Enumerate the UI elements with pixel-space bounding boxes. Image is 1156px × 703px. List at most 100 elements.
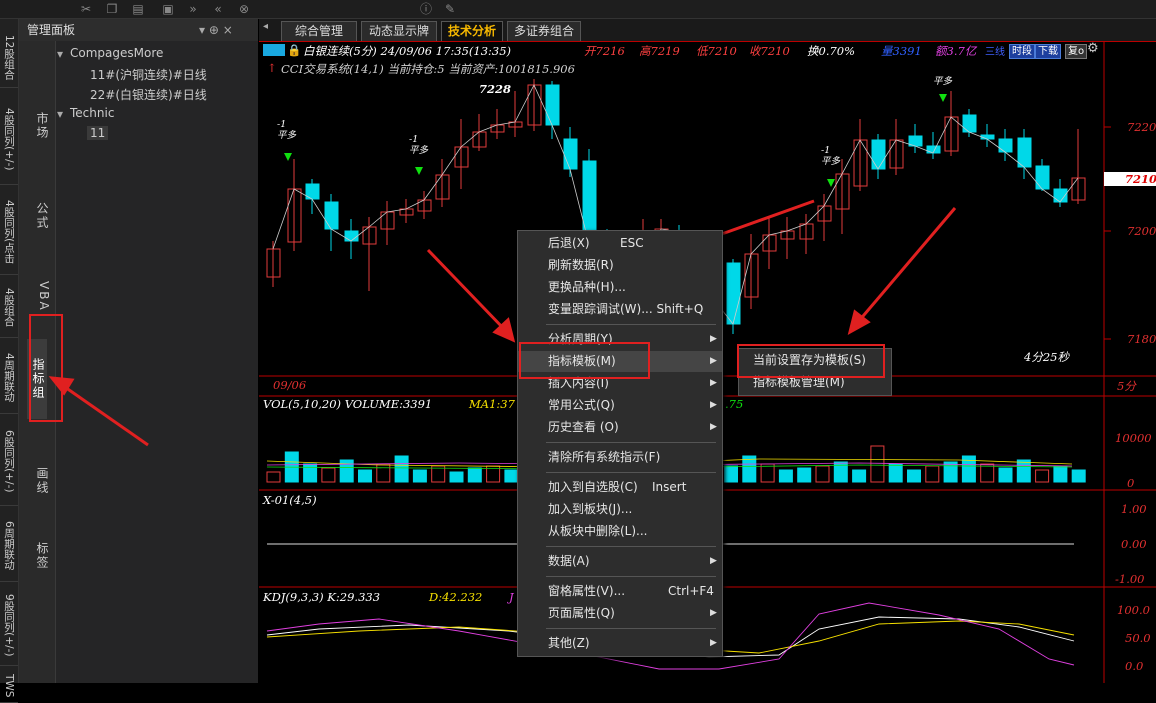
signal-arrow <box>284 153 292 161</box>
vtab-9-same-col[interactable]: 9股同列(+/-) <box>0 585 18 666</box>
vtab-4-combo[interactable]: 4股组合 <box>0 277 18 338</box>
menu-item[interactable]: 加入到自选股(C) Insert <box>518 477 722 498</box>
x01-tick: -1.00 <box>1115 572 1145 586</box>
time-period-button[interactable]: 时段 <box>1009 44 1035 59</box>
submenu-arrow-icon: ▶ <box>710 400 717 410</box>
highlight-indicator-template <box>519 342 650 379</box>
candle-body <box>871 139 886 170</box>
price-tick: 7180 <box>1127 332 1156 346</box>
price-tick: 7200 <box>1127 224 1156 238</box>
side-tab-drawing[interactable]: 画线 <box>23 456 51 506</box>
menu-item-label: 数据(A) <box>548 554 590 568</box>
vtab-tws[interactable]: TWS多 <box>0 669 18 703</box>
kdj-j: J <box>509 590 514 604</box>
menu-item-label: 常用公式(Q) <box>548 398 615 412</box>
restore-button[interactable]: 复o <box>1065 44 1088 59</box>
menu-item[interactable]: 刷新数据(R) <box>518 255 722 276</box>
tree-node-technic[interactable]: Technic <box>70 106 114 120</box>
save-icon[interactable]: ▣ <box>160 1 176 17</box>
menu-item[interactable]: 从板块中删除(L)... <box>518 521 722 542</box>
menu-item-label: 历史查看 (O) <box>548 420 619 434</box>
volume-bar <box>266 471 281 483</box>
vtab-4-period-link[interactable]: 4周期联动 <box>0 341 18 414</box>
kdj-tick: 50.0 <box>1125 631 1151 645</box>
vtab-6-period-link[interactable]: 6周期联动 <box>0 509 18 582</box>
menu-item[interactable]: 后退(X) ESC <box>518 233 722 254</box>
menu-item[interactable]: 窗格属性(V)... Ctrl+F4 <box>518 581 722 602</box>
kdj-title: KDJ(9,3,3) K:29.333 <box>263 590 381 604</box>
candle-body <box>545 84 560 126</box>
forward-icon[interactable]: » <box>185 1 201 17</box>
vtab-6-same-col[interactable]: 6股同列(+/-) <box>0 417 18 506</box>
menu-item-label: 刷新数据(R) <box>548 258 614 272</box>
menu-item[interactable]: 常用公式(Q) ▶ <box>518 395 722 416</box>
volume-bar <box>1035 469 1050 483</box>
period-label: 5分 <box>1117 379 1136 393</box>
menu-item[interactable]: 变量跟踪调试(W)... Shift+Q <box>518 299 722 320</box>
tree-expand-icon[interactable]: ▾ <box>57 107 63 121</box>
management-panel: 管理面板 ▾ ⊕ × 市场 公式 VBA 指标组 画线 标签 ▾ Compage… <box>19 19 258 683</box>
menu-item[interactable]: 页面属性(Q) ▶ <box>518 603 722 624</box>
volume-bar <box>797 467 812 483</box>
stock-selector-button[interactable] <box>263 44 285 56</box>
menu-item[interactable]: 历史查看 (O) ▶ <box>518 417 722 438</box>
cci-arrow-icon: ↑ <box>267 61 277 75</box>
menu-separator <box>546 546 716 547</box>
pen-icon[interactable]: ✎ <box>442 1 458 17</box>
vol-ma-end: .75 <box>725 397 744 411</box>
menu-item-label: 其他(Z) <box>548 636 590 650</box>
candle-body <box>998 138 1013 153</box>
volume-bar <box>815 465 830 483</box>
cut-icon[interactable]: ✂ <box>78 1 94 17</box>
back-icon[interactable]: « <box>210 1 226 17</box>
candle-body <box>324 201 339 230</box>
highlight-save-template <box>737 344 885 378</box>
volume-bar <box>467 467 482 483</box>
tree-node-compagesmore[interactable]: CompagesMore <box>70 46 163 60</box>
menu-item[interactable]: 清除所有系统指示(F) <box>518 447 722 468</box>
menu-item-label: 加入到板块(J)... <box>548 502 633 516</box>
toolbar: ✂ ❐ ▤ ▣ » « ⊗ ⓘ ✎ <box>0 0 1156 19</box>
volume-bar <box>925 465 940 483</box>
kdj-tick: 0.0 <box>1125 659 1144 673</box>
menu-item[interactable]: 其他(Z) ▶ <box>518 633 722 654</box>
volume-bar <box>1071 469 1086 483</box>
menu-item[interactable]: 更换品种(H)... <box>518 277 722 298</box>
tree-leaf[interactable]: 11#(沪铜连续)#日线 <box>90 66 207 83</box>
tree-leaf[interactable]: 22#(白银连续)#日线 <box>90 86 207 103</box>
menu-item[interactable]: 加入到板块(J)... <box>518 499 722 520</box>
close-circle-icon[interactable]: ⊗ <box>236 1 252 17</box>
signal-label: -1 平多 <box>409 134 429 156</box>
download-button[interactable]: 下载 <box>1035 44 1061 59</box>
vtab-4-same-col[interactable]: 4股同列(+/-) <box>0 94 18 185</box>
copy-icon[interactable]: ❐ <box>104 1 120 17</box>
panel-title: 管理面板 <box>27 23 76 37</box>
settings-icon[interactable]: ⚙ <box>1087 41 1099 56</box>
info-icon[interactable]: ⓘ <box>418 1 434 17</box>
candle-body <box>962 114 977 133</box>
vtab-12-combo[interactable]: 12股组合 <box>0 27 18 88</box>
side-tab-label[interactable]: 标签 <box>23 531 51 581</box>
candle-body <box>726 262 741 325</box>
context-menu: 后退(X) ESC 刷新数据(R) 更换品种(H)... 变量跟踪调试(W)... Sh… <box>517 230 723 657</box>
header-extra: 三线 <box>985 47 1005 58</box>
signal-label: -1 平多 <box>821 145 841 167</box>
menu-item-shortcut: Ctrl+F4 <box>668 584 714 598</box>
menu-separator <box>546 442 716 443</box>
volume-bar <box>724 465 738 483</box>
panel-pin-close-icon[interactable]: ▾ ⊕ × <box>199 19 233 41</box>
menu-item-label: 更换品种(H)... <box>548 280 626 294</box>
vtab-4-same-col-click[interactable]: 4股同列(点击 <box>0 189 18 275</box>
side-tab-formula[interactable]: 公式 <box>23 191 51 241</box>
vol-ma1: MA1:37 <box>469 397 515 411</box>
volume-bar <box>394 455 409 483</box>
volume-bar <box>870 445 885 483</box>
signal-label: -1 平多 <box>277 119 297 141</box>
tree-expand-icon[interactable]: ▾ <box>57 47 63 61</box>
paste-icon[interactable]: ▤ <box>130 1 146 17</box>
signal-arrow <box>827 179 835 187</box>
tree-leaf-selected[interactable]: 11 <box>87 126 109 140</box>
menu-item[interactable]: 数据(A) ▶ <box>518 551 722 572</box>
volume-bar <box>303 463 318 483</box>
side-tab-market[interactable]: 市场 <box>23 96 51 156</box>
